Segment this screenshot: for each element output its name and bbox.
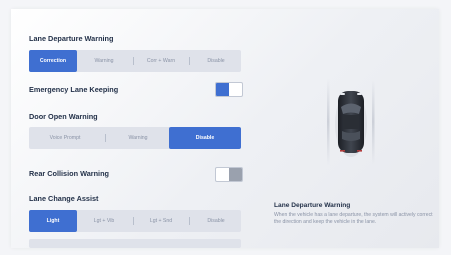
segment-divider [189, 217, 190, 225]
settings-list: Lane Departure Warning Correction Warnin… [29, 9, 243, 248]
rear-collision-warning-toggle[interactable] [215, 167, 243, 182]
info-title: Lane Departure Warning [274, 202, 351, 209]
lane-change-option-lgt-snd[interactable]: Lgt + Snd [136, 210, 186, 232]
door-open-segmented-control: Voice Prompt Warning Disable [29, 127, 241, 149]
segment-divider [105, 134, 106, 142]
segment-divider [133, 57, 134, 65]
segment-divider [133, 217, 134, 225]
door-open-option-warning[interactable]: Warning [107, 127, 169, 149]
lane-departure-option-warning[interactable]: Warning [79, 50, 129, 72]
segment-divider [189, 57, 190, 65]
lane-departure-option-corr-warn[interactable]: Corr + Warn [136, 50, 186, 72]
toggle-knob [229, 168, 242, 181]
rear-collision-warning-title: Rear Collision Warning [29, 169, 110, 178]
emergency-lane-keeping-title: Emergency Lane Keeping [29, 85, 119, 94]
lane-change-option-light[interactable]: Light [29, 210, 77, 232]
lane-departure-option-disable[interactable]: Disable [191, 50, 241, 72]
next-section-peek [29, 239, 241, 248]
lane-departure-option-correction[interactable]: Correction [29, 50, 77, 72]
door-open-warning-title: Door Open Warning [29, 112, 98, 121]
lane-change-segmented-control: Light Lgt + Vib Lgt + Snd Disable [29, 210, 241, 232]
car-top-view-icon [321, 77, 381, 167]
info-panel: Lane Departure Warning When the vehicle … [261, 9, 439, 248]
lane-departure-segmented-control: Correction Warning Corr + Warn Disable [29, 50, 241, 72]
lane-change-assist-title: Lane Change Assist [29, 194, 99, 203]
door-open-option-voice-prompt[interactable]: Voice Prompt [29, 127, 101, 149]
emergency-lane-keeping-toggle[interactable] [215, 82, 243, 97]
info-description: When the vehicle has a lane departure, t… [274, 212, 433, 225]
settings-panel: Lane Departure Warning Correction Warnin… [11, 9, 439, 248]
toggle-knob [216, 83, 229, 96]
door-open-option-disable[interactable]: Disable [169, 127, 241, 149]
lane-change-option-disable[interactable]: Disable [191, 210, 241, 232]
lane-departure-title: Lane Departure Warning [29, 34, 114, 43]
lane-change-option-lgt-vib[interactable]: Lgt + Vib [79, 210, 129, 232]
